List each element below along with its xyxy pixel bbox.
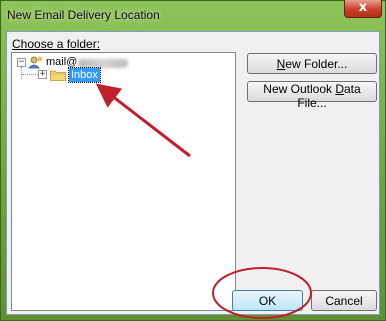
close-icon: x: [358, 0, 368, 15]
new-folder-label-accel: N: [276, 56, 286, 71]
choose-folder-label: Choose a folder:: [12, 37, 100, 51]
close-button[interactable]: x: [344, 0, 382, 18]
ok-button[interactable]: OK: [232, 290, 303, 311]
account-node-label[interactable]: mail@: [46, 56, 77, 68]
new-data-file-label-accel: D: [335, 82, 344, 96]
folder-icon: [50, 70, 66, 81]
cancel-button[interactable]: Cancel: [311, 290, 377, 311]
window-title: New Email Delivery Location: [7, 8, 160, 22]
new-data-file-button[interactable]: New Outlook Data File...: [247, 81, 377, 110]
tree-connector: [21, 67, 22, 79]
dialog-client-area: Choose a folder: − mail@ + Inbox New Fol…: [6, 31, 380, 315]
expand-inbox-icon[interactable]: +: [38, 70, 47, 79]
folder-tree[interactable]: − mail@ + Inbox: [11, 52, 236, 311]
inbox-node-label[interactable]: Inbox: [68, 67, 101, 83]
dialog-window: New Email Delivery Location x Choose a f…: [0, 0, 386, 321]
collapse-root-icon[interactable]: −: [17, 58, 26, 67]
title-bar[interactable]: New Email Delivery Location x: [1, 0, 386, 31]
redacted-domain: [78, 59, 128, 68]
new-data-file-label-before: New Outlook: [263, 82, 336, 96]
new-folder-label-after: ew Folder...: [285, 56, 348, 71]
ok-label: OK: [258, 293, 277, 308]
new-folder-button[interactable]: New Folder...: [247, 53, 377, 74]
account-icon: [28, 56, 43, 69]
choose-folder-label-text: Choose a folder:: [12, 37, 101, 51]
cancel-label: Cancel: [325, 293, 363, 308]
